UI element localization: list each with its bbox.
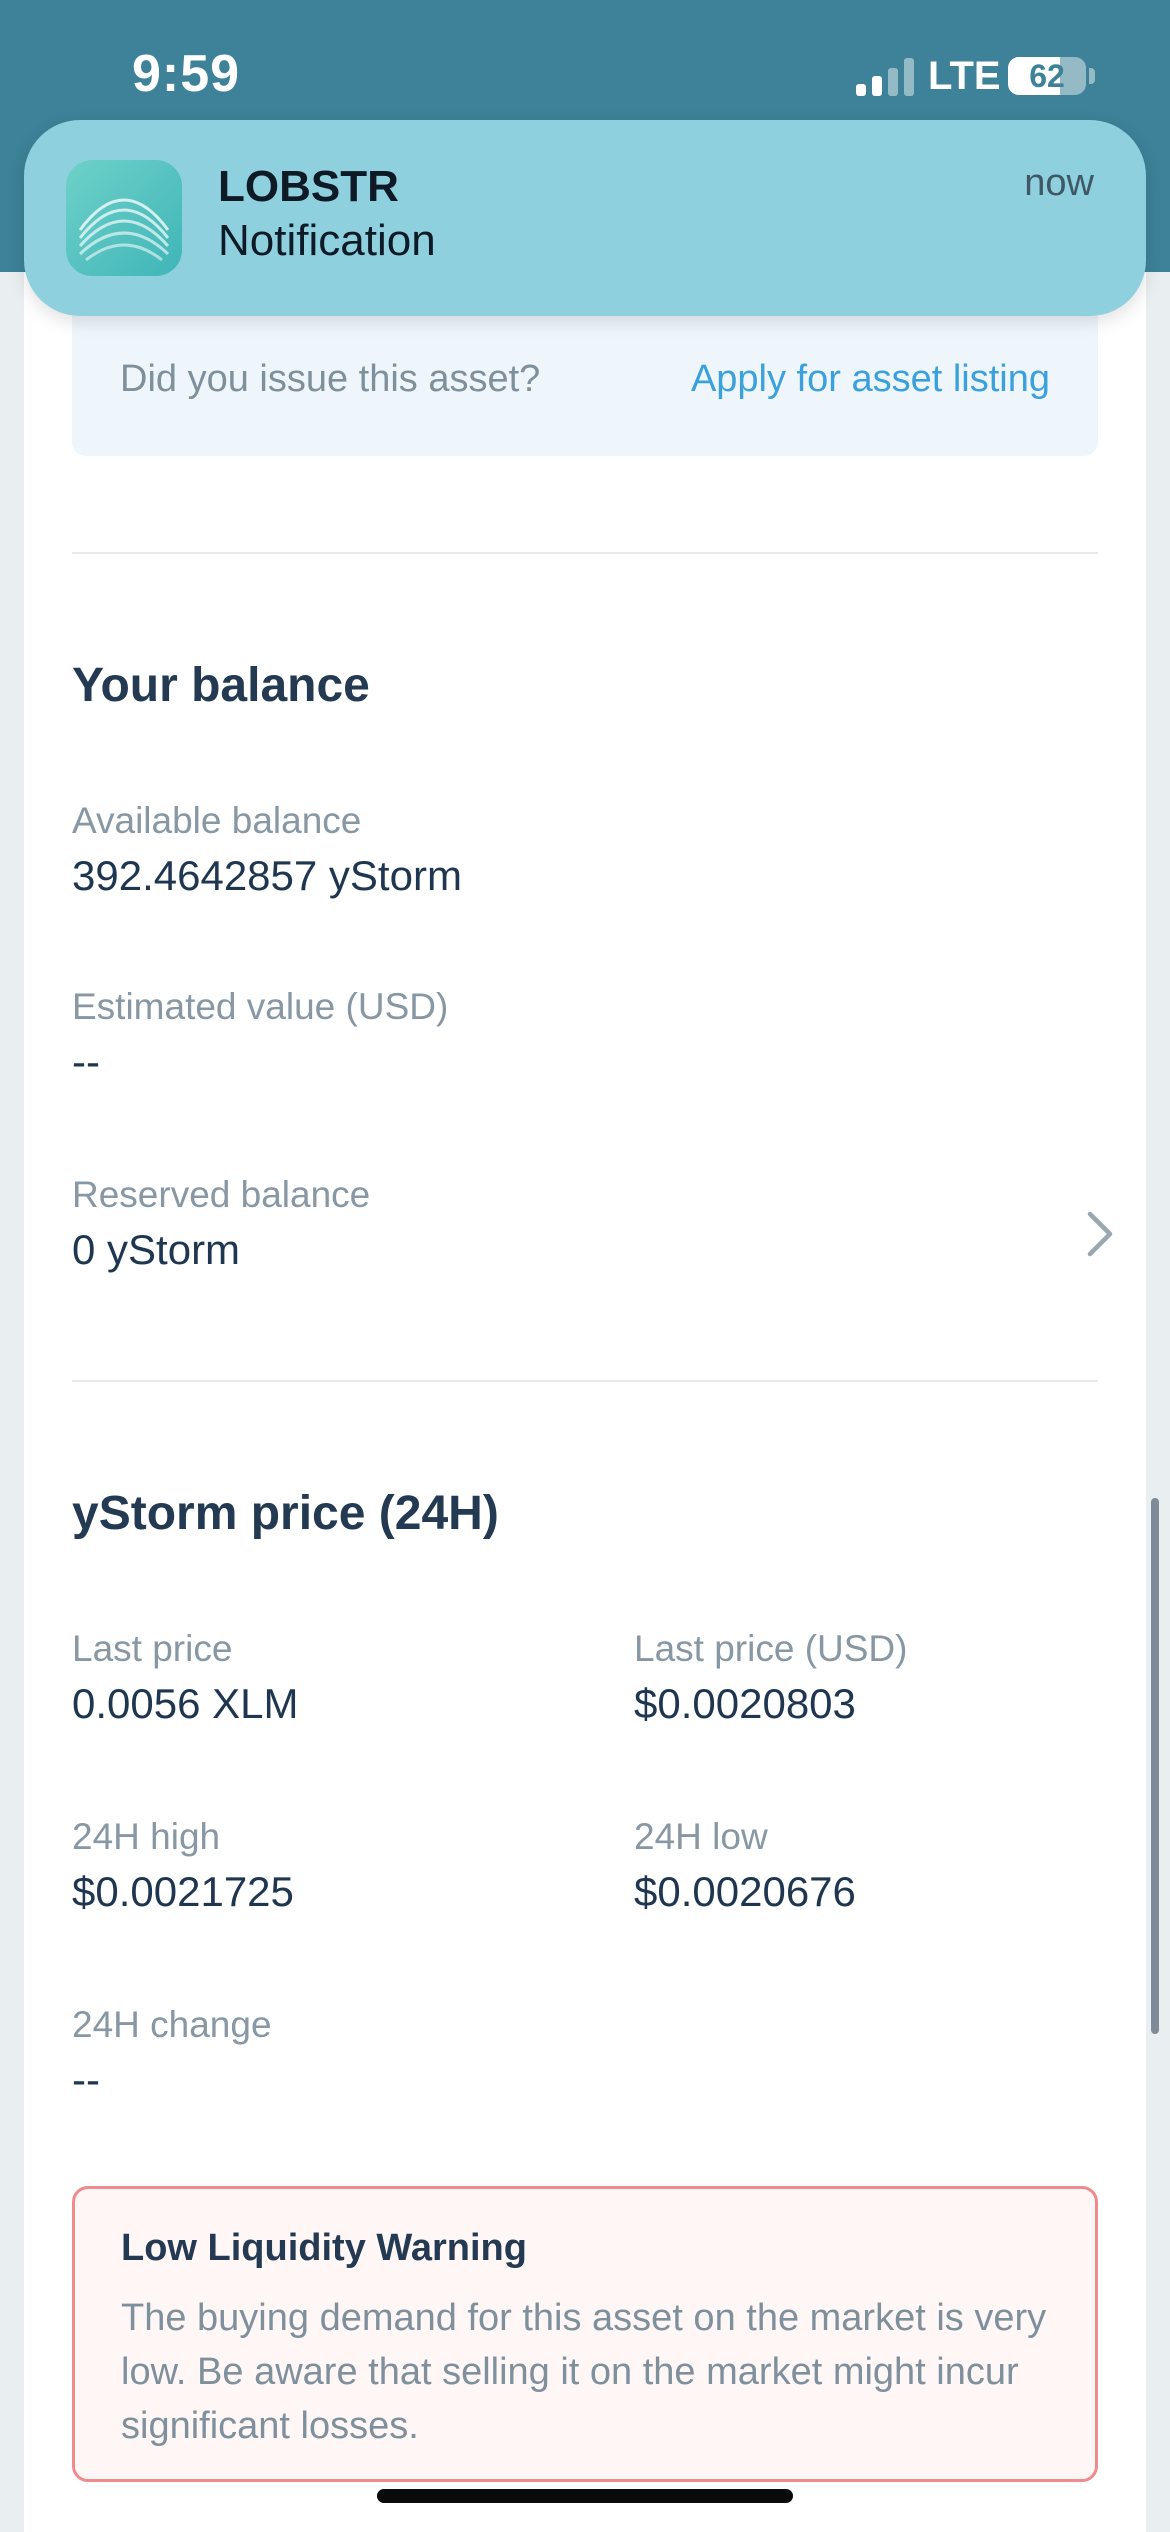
- available-balance-value: 392.4642857 yStorm: [72, 852, 462, 899]
- battery-icon: 62: [1008, 57, 1086, 95]
- asset-details-card: Did you issue this asset? Apply for asse…: [24, 272, 1146, 2532]
- notification-time: now: [1024, 162, 1094, 204]
- change-24h-label: 24H change: [72, 2004, 272, 2045]
- estimated-value-value: --: [72, 1038, 100, 1085]
- notification-app-name: LOBSTR: [218, 162, 399, 211]
- reserved-balance-value: 0 yStorm: [72, 1226, 241, 1273]
- low-liquidity-warning: Low Liquidity Warning The buying demand …: [72, 2186, 1098, 2482]
- change-24h-value: --: [72, 2056, 100, 2103]
- low-24h-label: 24H low: [634, 1816, 768, 1857]
- last-price-usd-label: Last price (USD): [634, 1628, 908, 1669]
- divider: [72, 552, 1098, 554]
- home-indicator[interactable]: [377, 2489, 793, 2503]
- network-type: LTE: [928, 54, 1001, 98]
- reserved-balance-label: Reserved balance: [72, 1174, 371, 1215]
- divider: [72, 1380, 1098, 1382]
- price-section-title: yStorm price (24H): [72, 1487, 499, 1540]
- low-24h-value: $0.0020676: [634, 1868, 856, 1915]
- notification-banner[interactable]: LOBSTR Notification now: [24, 120, 1146, 316]
- status-bar: 9:59 LTE 62: [0, 0, 1170, 120]
- status-time: 9:59: [132, 45, 241, 103]
- high-24h-value: $0.0021725: [72, 1868, 294, 1915]
- asset-listing-prompt: Did you issue this asset? Apply for asse…: [72, 310, 1098, 456]
- balance-section-title: Your balance: [72, 659, 370, 712]
- notification-body: Notification: [218, 216, 436, 265]
- scrollbar[interactable]: [1151, 1498, 1159, 2034]
- available-balance-label: Available balance: [72, 800, 362, 841]
- cellular-signal-icon: [856, 58, 916, 96]
- last-price-value: 0.0056 XLM: [72, 1680, 299, 1727]
- battery-nub: [1089, 68, 1095, 84]
- reserved-balance-row[interactable]: Reserved balance 0 yStorm: [72, 1162, 1113, 1292]
- last-price-usd-value: $0.0020803: [634, 1680, 856, 1727]
- chevron-right-icon: [1087, 1211, 1113, 1257]
- lobstr-app-icon: [66, 160, 182, 276]
- asset-issuer-question: Did you issue this asset?: [120, 358, 541, 400]
- high-24h-label: 24H high: [72, 1816, 221, 1857]
- warning-text: The buying demand for this asset on the …: [121, 2297, 1047, 2447]
- apply-listing-link[interactable]: Apply for asset listing: [691, 358, 1050, 401]
- battery-level: 62: [1029, 58, 1065, 94]
- last-price-label: Last price: [72, 1628, 233, 1669]
- estimated-value-label: Estimated value (USD): [72, 986, 449, 1027]
- warning-title: Low Liquidity Warning: [121, 2227, 527, 2269]
